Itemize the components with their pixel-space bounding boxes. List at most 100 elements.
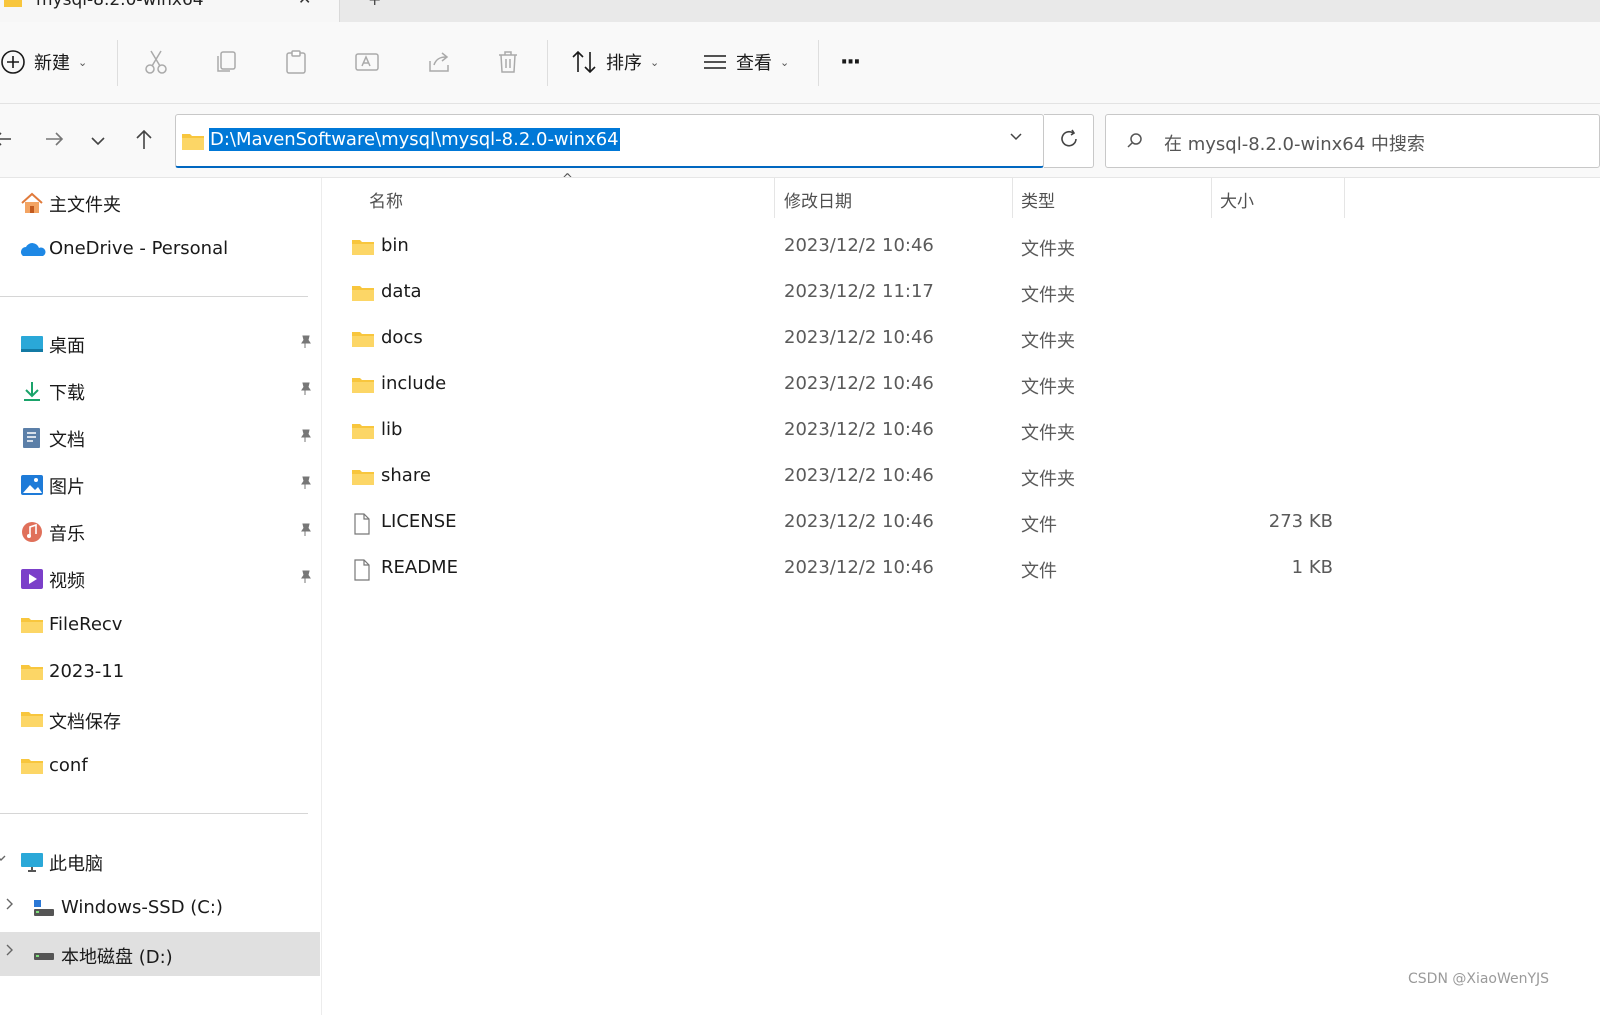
column-header-size[interactable]: 大小	[1212, 178, 1344, 220]
nav-divider	[0, 813, 308, 814]
file-type: 文件	[1021, 561, 1057, 582]
nav-item-label: 桌面	[49, 336, 85, 357]
table-row[interactable]: share 2023/12/2 10:46 文件夹	[323, 454, 1353, 500]
toolbar-divider	[818, 40, 819, 86]
trash-icon	[496, 49, 520, 75]
table-row[interactable]: docs 2023/12/2 10:46 文件夹	[323, 316, 1353, 362]
nav-divider	[0, 296, 308, 297]
sort-icon	[570, 50, 598, 74]
column-header-name[interactable]: 名称	[323, 178, 775, 220]
nav-item-label: Windows-SSD (C:)	[61, 897, 223, 918]
tab-title: mysql-8.2.0-winx64	[36, 0, 204, 10]
nav-item-drive-d[interactable]: 本地磁盘 (D:)	[0, 932, 320, 976]
nav-item-2023-11[interactable]: 2023-11	[0, 650, 322, 694]
address-history-dropdown[interactable]	[1009, 131, 1023, 146]
plus-circle-icon	[0, 49, 26, 75]
file-name: data	[381, 281, 422, 302]
refresh-button[interactable]	[1044, 114, 1094, 168]
nav-item-label: 音乐	[49, 524, 85, 545]
sort-button[interactable]: 排序 ⌄	[570, 42, 659, 82]
nav-item-filerecv[interactable]: FileRecv	[0, 603, 322, 647]
pin-icon[interactable]	[298, 382, 312, 400]
pictures-icon	[20, 474, 44, 496]
toolbar-divider	[547, 40, 548, 86]
column-header-label: 名称	[369, 192, 403, 212]
pin-icon[interactable]	[298, 335, 312, 353]
file-explorer-window: mysql-8.2.0-winx64 ✕ + 新建 ⌄	[0, 0, 1600, 1015]
recent-locations-button[interactable]	[83, 126, 113, 156]
download-icon	[20, 380, 44, 402]
share-icon	[426, 49, 452, 75]
column-header-type[interactable]: 类型	[1013, 178, 1211, 220]
nav-item-downloads[interactable]: 下载	[0, 368, 322, 412]
toolbar-divider	[117, 40, 118, 86]
nav-item-documents[interactable]: 文档	[0, 415, 322, 459]
column-divider[interactable]	[1344, 178, 1345, 218]
nav-item-this-pc[interactable]: 此电脑	[0, 839, 322, 883]
column-header-modified[interactable]: 修改日期	[775, 178, 1013, 220]
search-field[interactable]: 在 mysql-8.2.0-winx64 中搜索	[1105, 114, 1600, 168]
onedrive-icon	[20, 239, 46, 261]
delete-button[interactable]	[496, 42, 520, 82]
back-button[interactable]	[0, 126, 18, 156]
file-name: docs	[381, 327, 423, 348]
nav-item-desktop[interactable]: 桌面	[0, 321, 322, 365]
chevron-down-icon[interactable]	[0, 851, 6, 867]
file-type: 文件	[1021, 515, 1057, 536]
table-row[interactable]: include 2023/12/2 10:46 文件夹	[323, 362, 1353, 408]
folder-icon	[20, 615, 44, 637]
chevron-right-icon[interactable]	[4, 944, 14, 960]
documents-icon	[20, 427, 44, 449]
address-path[interactable]: D:\MavenSoftware\mysql\mysql-8.2.0-winx6…	[209, 128, 620, 151]
nav-item-pictures[interactable]: 图片	[0, 462, 322, 506]
nav-item-videos[interactable]: 视频	[0, 556, 322, 600]
new-button[interactable]: 新建 ⌄	[0, 42, 87, 82]
pin-icon[interactable]	[298, 476, 312, 494]
nav-item-home[interactable]: 主文件夹	[0, 180, 322, 224]
file-name: lib	[381, 419, 403, 440]
nav-item-doc-save[interactable]: 文档保存	[0, 697, 322, 741]
more-options-button[interactable]: ···	[840, 42, 861, 82]
table-row[interactable]: bin 2023/12/2 10:46 文件夹	[323, 224, 1353, 270]
pin-icon[interactable]	[298, 429, 312, 447]
nav-item-label: FileRecv	[49, 614, 123, 635]
nav-item-onedrive[interactable]: OneDrive - Personal	[0, 227, 322, 271]
view-list-icon	[702, 52, 728, 72]
copy-button[interactable]	[214, 42, 238, 82]
tab-current[interactable]: mysql-8.2.0-winx64 ✕	[0, 0, 340, 22]
file-size: 1 KB	[1291, 557, 1333, 578]
nav-item-music[interactable]: 音乐	[0, 509, 322, 553]
close-icon[interactable]: ✕	[298, 0, 311, 8]
table-row[interactable]: README 2023/12/2 10:46 文件 1 KB	[323, 546, 1353, 592]
rename-button[interactable]	[354, 42, 380, 82]
file-type: 文件夹	[1021, 239, 1075, 260]
cut-button[interactable]	[144, 42, 168, 82]
new-tab-button[interactable]: +	[368, 0, 381, 9]
view-button[interactable]: 查看 ⌄	[702, 42, 789, 82]
share-button[interactable]	[426, 42, 452, 82]
folder-icon	[20, 709, 44, 731]
folder-icon	[20, 756, 44, 778]
music-icon	[20, 521, 44, 543]
nav-item-drive-c[interactable]: Windows-SSD (C:)	[0, 886, 322, 930]
forward-button[interactable]	[39, 126, 69, 156]
arrow-left-icon	[0, 129, 13, 153]
file-modified: 2023/12/2 10:46	[784, 419, 934, 440]
paste-button[interactable]	[284, 42, 308, 82]
pin-icon[interactable]	[298, 523, 312, 541]
table-row[interactable]: LICENSE 2023/12/2 10:46 文件 273 KB	[323, 500, 1353, 546]
pin-icon[interactable]	[298, 570, 312, 588]
address-field[interactable]: D:\MavenSoftware\mysql\mysql-8.2.0-winx6…	[175, 114, 1044, 168]
table-row[interactable]: data 2023/12/2 11:17 文件夹	[323, 270, 1353, 316]
file-modified: 2023/12/2 11:17	[784, 281, 934, 302]
up-button[interactable]	[129, 126, 159, 156]
nav-item-conf[interactable]: conf	[0, 744, 322, 788]
column-header-label: 大小	[1220, 192, 1254, 212]
chevron-right-icon[interactable]	[4, 898, 14, 914]
file-modified: 2023/12/2 10:46	[784, 557, 934, 578]
arrow-up-icon	[134, 128, 154, 154]
file-modified: 2023/12/2 10:46	[784, 235, 934, 256]
table-row[interactable]: lib 2023/12/2 10:46 文件夹	[323, 408, 1353, 454]
watermark: CSDN @XiaoWenYJS	[1408, 971, 1550, 987]
file-modified: 2023/12/2 10:46	[784, 511, 934, 532]
